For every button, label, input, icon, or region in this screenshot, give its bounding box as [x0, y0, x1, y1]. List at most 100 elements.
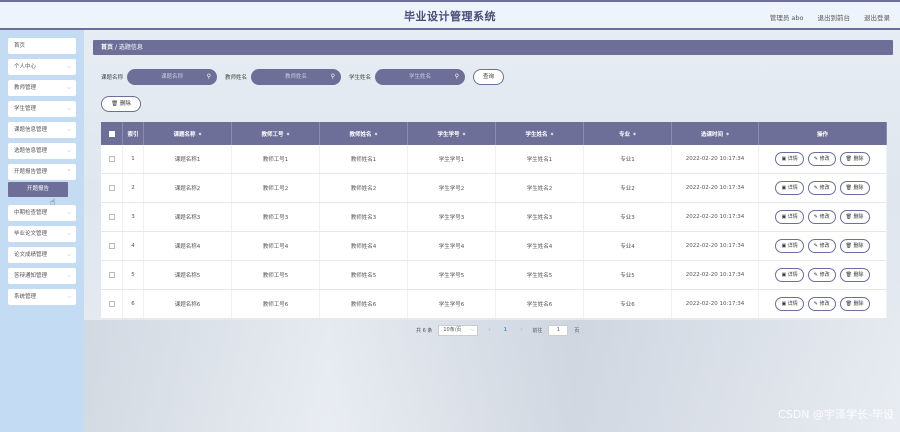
row-actions: ▣ 详情 ✎ 修改 🗑 删除 — [759, 232, 887, 260]
table-row: 4 课题名称4 教师工号4 教师姓名4 学生学号4 学生姓名4 专业4 2022-02-20 … — [101, 232, 887, 261]
query-button[interactable]: 查询 — [473, 69, 505, 85]
col-topic-name[interactable]: 课题名称 ◆ — [144, 122, 232, 145]
logout-link[interactable]: 退出登录 — [864, 12, 890, 22]
cell-teacher-name: 教师姓名2 — [320, 174, 408, 202]
cell-topic-name: 课题名称5 — [144, 261, 232, 289]
detail-button[interactable]: ▣ 详情 — [775, 152, 804, 166]
sidebar-item-grades[interactable]: 论文成绩管理 ⌵ — [8, 247, 76, 263]
row-checkbox[interactable] — [108, 272, 115, 278]
row-checkbox[interactable] — [108, 301, 115, 307]
delete-button[interactable]: 🗑 删除 — [839, 210, 870, 224]
sidebar-item-personal[interactable]: 个人中心 ⌵ — [8, 59, 76, 75]
teacher-name-input[interactable]: 教师姓名 ⚲ — [251, 69, 342, 85]
delete-button[interactable]: 🗑 删除 — [839, 181, 870, 195]
cell-teacher-name: 教师姓名6 — [320, 290, 408, 318]
sidebar-item-teachers[interactable]: 教师管理 ⌵ — [8, 80, 76, 96]
chevron-down-icon: ⌵ — [470, 327, 475, 333]
student-name-input[interactable]: 学生姓名 ⚲ — [375, 69, 466, 85]
breadcrumb-home[interactable]: 首页 — [101, 44, 113, 51]
batch-delete-button[interactable]: 🗑 删除 — [101, 96, 141, 112]
next-page-button[interactable]: › — [516, 325, 526, 336]
sort-icon: ◆ — [725, 131, 730, 136]
col-teacher-id[interactable]: 教师工号 ◆ — [232, 122, 320, 145]
trash-icon: 🗑 — [845, 301, 854, 307]
detail-button[interactable]: ▣ 详情 — [775, 297, 804, 311]
edit-button[interactable]: ✎ 修改 — [807, 210, 836, 224]
table-row: 1 课题名称1 教师工号1 教师姓名1 学生学号1 学生姓名1 专业1 2022-02-20 … — [101, 145, 887, 174]
cell-select-time: 2022-02-20 10:17:34 — [672, 290, 759, 318]
cell-teacher-id: 教师工号4 — [232, 232, 320, 260]
row-checkbox[interactable] — [108, 243, 115, 249]
cell-major: 专业6 — [584, 290, 672, 318]
detail-button[interactable]: ▣ 详情 — [775, 210, 804, 224]
sidebar-item-midterm[interactable]: 中期检查管理 ⌵ — [8, 205, 76, 221]
sidebar-item-students[interactable]: 学生管理 ⌵ — [8, 101, 76, 117]
chevron-down-icon: ⌵ — [67, 106, 71, 112]
detail-button[interactable]: ▣ 详情 — [775, 239, 804, 253]
cell-teacher-name: 教师姓名5 — [320, 261, 408, 289]
detail-button[interactable]: ▣ 详情 — [775, 181, 804, 195]
table-body: 1 课题名称1 教师工号1 教师姓名1 学生学号1 学生姓名1 专业1 2022-02-20 … — [101, 145, 887, 319]
row-checkbox[interactable] — [108, 156, 115, 162]
sidebar-item-home[interactable]: 首页 — [8, 38, 76, 54]
sidebar-item-topics[interactable]: 课题信息管理 ⌵ — [8, 122, 76, 138]
cell-select-time: 2022-02-20 10:17:34 — [672, 145, 759, 173]
col-teacher-name[interactable]: 教师姓名 ◆ — [320, 122, 408, 145]
sort-icon: ◆ — [550, 131, 554, 136]
cell-index: 2 — [123, 174, 144, 202]
table-header: 索引 课题名称 ◆ 教师工号 ◆ 教师姓名 ◆ 学生学号 ◆ 学生姓名 ◆ 专业 ◆ 选课时… — [101, 122, 887, 145]
select-all-checkbox[interactable] — [108, 130, 115, 137]
prev-page-button[interactable]: ‹ — [484, 325, 494, 336]
goto-page-input[interactable]: 1 — [548, 325, 569, 336]
sort-icon: ◆ — [198, 131, 202, 136]
topic-name-label: 课题名称 — [101, 75, 124, 81]
delete-button[interactable]: 🗑 删除 — [839, 297, 870, 311]
sidebar-item-defense[interactable]: 答辩通知管理 ⌵ — [8, 268, 76, 284]
delete-button[interactable]: 🗑 删除 — [839, 268, 870, 282]
detail-button[interactable]: ▣ 详情 — [775, 268, 804, 282]
edit-button[interactable]: ✎ 修改 — [807, 181, 836, 195]
cell-student-id: 学生学号6 — [408, 290, 496, 318]
trash-icon: 🗑 — [845, 272, 854, 278]
sidebar-item-proposals[interactable]: 开题报告管理 ⌃ — [8, 164, 76, 180]
app-title: 毕业设计管理系统 — [404, 10, 496, 23]
sidebar-item-selections[interactable]: 选题信息管理 ⌵ — [8, 143, 76, 159]
page-size-select[interactable]: 10条/页 ⌵ — [438, 325, 479, 336]
delete-button[interactable]: 🗑 删除 — [839, 239, 870, 253]
cell-student-name: 学生姓名2 — [496, 174, 584, 202]
student-name-label: 学生姓名 — [349, 75, 372, 81]
edit-button[interactable]: ✎ 修改 — [807, 152, 836, 166]
page-number[interactable]: 1 — [500, 325, 510, 336]
chevron-up-icon: ⌃ — [66, 169, 71, 175]
header-links: 管理员 abo 退出到前台 退出登录 — [770, 12, 890, 22]
cell-major: 专业5 — [584, 261, 672, 289]
chevron-down-icon: ⌵ — [67, 294, 71, 300]
edit-button[interactable]: ✎ 修改 — [807, 268, 836, 282]
page-unit-label: 页 — [574, 328, 580, 334]
col-actions: 操作 — [759, 122, 887, 145]
cell-student-name: 学生姓名1 — [496, 145, 584, 173]
topic-name-input[interactable]: 课题名称 ⚲ — [127, 69, 218, 85]
sidebar: 首页 个人中心 ⌵ 教师管理 ⌵ 学生管理 ⌵ 课题信息管理 ⌵ 选题信息管理 ⌵ 开题报… — [0, 30, 84, 432]
sidebar-item-system[interactable]: 系统管理 ⌵ — [8, 289, 76, 305]
col-student-id[interactable]: 学生学号 ◆ — [408, 122, 496, 145]
cell-teacher-name: 教师姓名3 — [320, 203, 408, 231]
cell-select-time: 2022-02-20 10:17:34 — [672, 174, 759, 202]
edit-button[interactable]: ✎ 修改 — [807, 239, 836, 253]
back-to-frontend-link[interactable]: 退出到前台 — [818, 12, 851, 22]
cell-student-name: 学生姓名4 — [496, 232, 584, 260]
col-student-name[interactable]: 学生姓名 ◆ — [496, 122, 584, 145]
delete-button[interactable]: 🗑 删除 — [839, 152, 870, 166]
col-select-time[interactable]: 选课时间 ◆ — [672, 122, 759, 145]
search-icon: ⚲ — [330, 73, 336, 80]
cell-major: 专业1 — [584, 145, 672, 173]
row-checkbox[interactable] — [108, 214, 115, 220]
col-major[interactable]: 专业 ◆ — [584, 122, 672, 145]
chevron-down-icon: ⌵ — [67, 231, 71, 237]
sidebar-subitem-proposal-report[interactable]: 开题报告 — [8, 182, 68, 197]
sort-icon: ◆ — [462, 131, 466, 136]
sidebar-item-thesis[interactable]: 毕业论文管理 ⌵ — [8, 226, 76, 242]
edit-button[interactable]: ✎ 修改 — [807, 297, 836, 311]
row-checkbox[interactable] — [108, 185, 115, 191]
cell-major: 专业4 — [584, 232, 672, 260]
